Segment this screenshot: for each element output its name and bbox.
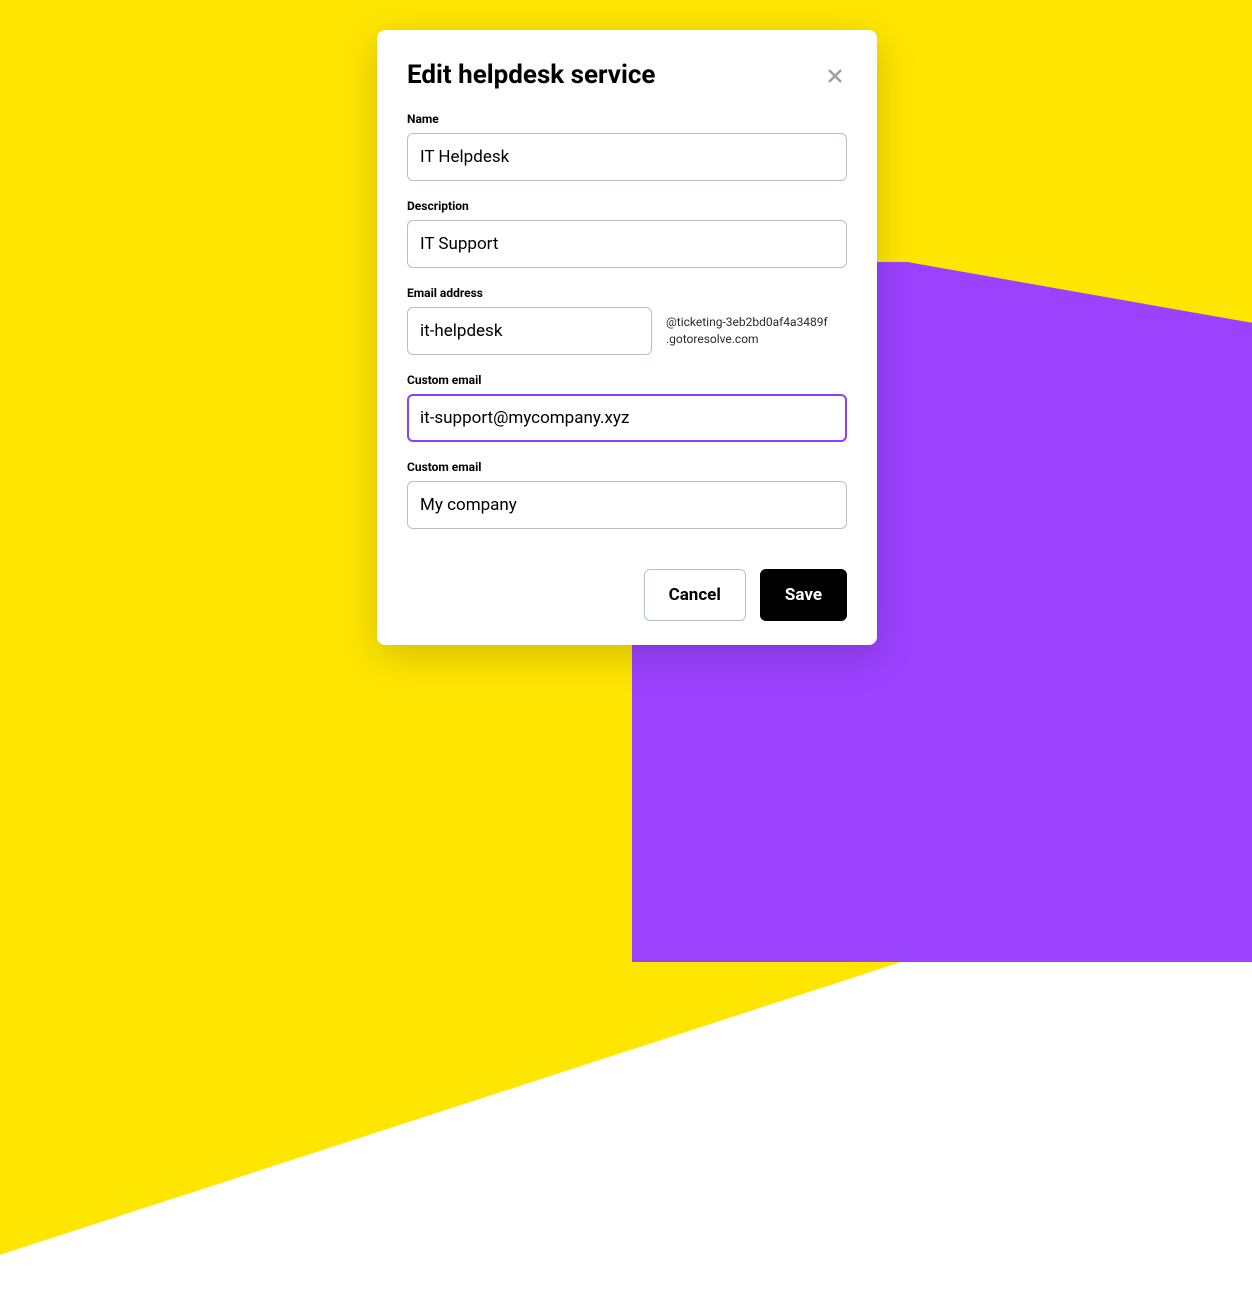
custom-email2-label: Custom email [407,460,847,474]
close-button[interactable] [823,64,847,92]
custom-email-input[interactable] [407,394,847,442]
edit-helpdesk-modal: Edit helpdesk service Name Description E… [377,30,877,645]
save-button[interactable]: Save [760,569,847,621]
email-label: Email address [407,286,847,300]
close-icon [827,68,843,84]
description-label: Description [407,199,847,213]
custom-email-label: Custom email [407,373,847,387]
modal-title: Edit helpdesk service [407,60,655,91]
email-suffix-line1: @ticketing-3eb2bd0af4a3489f [666,314,828,331]
email-domain-suffix: @ticketing-3eb2bd0af4a3489f .gotoresolve… [666,314,828,348]
cancel-button[interactable]: Cancel [644,569,746,621]
name-label: Name [407,112,847,126]
description-input[interactable] [407,220,847,268]
custom-email2-input[interactable] [407,481,847,529]
email-input[interactable] [407,307,652,355]
name-input[interactable] [407,133,847,181]
email-suffix-line2: .gotoresolve.com [666,331,828,348]
